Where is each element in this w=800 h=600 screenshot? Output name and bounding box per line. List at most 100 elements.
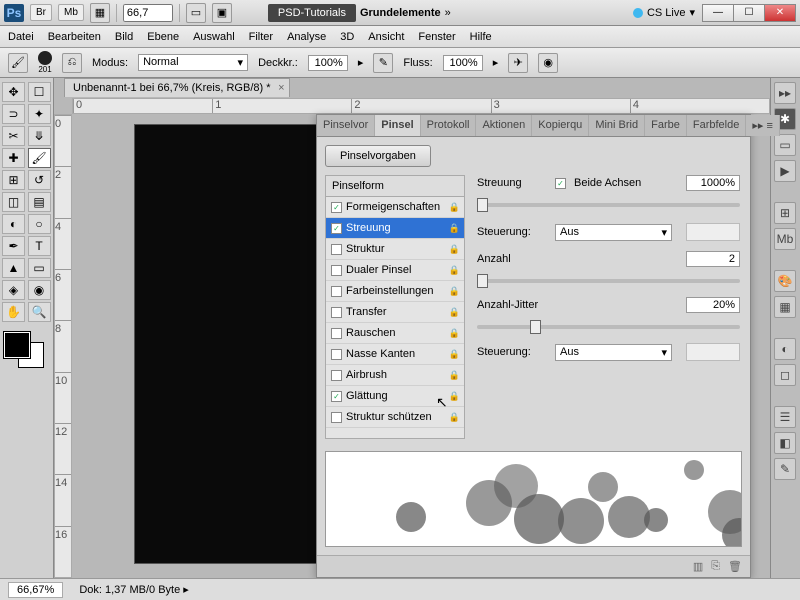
checkbox[interactable]: ✓: [331, 223, 342, 234]
lock-icon[interactable]: 🔒: [449, 391, 460, 402]
menu-analysis[interactable]: Analyse: [287, 31, 326, 43]
opacity-pressure-icon[interactable]: ✎: [373, 53, 393, 73]
minibridge-chip[interactable]: Mb: [58, 4, 84, 21]
move-tool[interactable]: ✥: [2, 82, 25, 102]
workspace-name[interactable]: Grundelemente: [360, 7, 441, 19]
checkbox[interactable]: [331, 265, 342, 276]
control2-select[interactable]: Aus▾: [555, 344, 672, 361]
eraser-tool[interactable]: ◫: [2, 192, 25, 212]
maximize-button[interactable]: ☐: [733, 4, 765, 22]
brush-option-formeigenschaften[interactable]: ✓Formeigenschaften🔒: [326, 197, 464, 218]
brush-option-struktur-schützen[interactable]: Struktur schützen🔒: [326, 407, 464, 428]
count-input[interactable]: [686, 251, 740, 267]
lock-icon[interactable]: 🔒: [449, 412, 460, 423]
status-doc-info[interactable]: Dok: 1,37 MB/0 Byte ▸: [79, 583, 188, 596]
lock-icon[interactable]: 🔒: [449, 244, 460, 255]
stamp-tool[interactable]: ⊞: [2, 170, 25, 190]
tab-brush[interactable]: Pinsel: [375, 115, 420, 136]
history-brush-tool[interactable]: ↺: [28, 170, 51, 190]
dock-swatches-icon[interactable]: ▦: [774, 296, 796, 318]
close-tab-icon[interactable]: ×: [278, 82, 284, 94]
gradient-tool[interactable]: ▤: [28, 192, 51, 212]
zoom-tool[interactable]: 🔍: [28, 302, 51, 322]
tab-clone-source[interactable]: Kopierqu: [532, 115, 589, 136]
opacity-input[interactable]: [308, 55, 348, 71]
control1-select[interactable]: Aus▾: [555, 224, 672, 241]
ruler-horizontal[interactable]: 01234: [72, 98, 770, 114]
flow-input[interactable]: [443, 55, 483, 71]
dock-layers-icon[interactable]: ☰: [774, 406, 796, 428]
tab-swatches[interactable]: Farbfelde: [687, 115, 746, 136]
menu-view[interactable]: Ansicht: [368, 31, 404, 43]
dodge-tool[interactable]: ○: [28, 214, 51, 234]
lock-icon[interactable]: 🔒: [449, 286, 460, 297]
dock-play-icon[interactable]: ▶: [774, 160, 796, 182]
brush-tool[interactable]: 🖌: [28, 148, 51, 168]
count-jitter-input[interactable]: [686, 297, 740, 313]
brush-option-rauschen[interactable]: Rauschen🔒: [326, 323, 464, 344]
flow-arrow-icon[interactable]: ▸: [493, 56, 499, 69]
checkbox[interactable]: [331, 370, 342, 381]
ruler-vertical[interactable]: 0246810121416: [54, 114, 72, 578]
tab-brush-presets[interactable]: Pinselvor: [317, 115, 375, 136]
shape-tool[interactable]: ▭: [28, 258, 51, 278]
minimize-button[interactable]: —: [702, 4, 734, 22]
color-swatches[interactable]: [2, 330, 46, 370]
tab-minibridge[interactable]: Mini Brid: [589, 115, 645, 136]
menu-filter[interactable]: Filter: [249, 31, 273, 43]
brush-option-glättung[interactable]: ✓Glättung🔒: [326, 386, 464, 407]
brush-tip-shape[interactable]: Pinselform: [326, 176, 464, 197]
checkbox[interactable]: ✓: [331, 391, 342, 402]
lock-icon[interactable]: 🔒: [449, 307, 460, 318]
brush-presets-button[interactable]: Pinselvorgaben: [325, 145, 431, 167]
tab-color[interactable]: Farbe: [645, 115, 687, 136]
checkbox[interactable]: [331, 349, 342, 360]
canvas[interactable]: [134, 124, 319, 564]
count-jitter-slider[interactable]: [477, 325, 740, 329]
lasso-tool[interactable]: ⊃: [2, 104, 25, 124]
brush-option-transfer[interactable]: Transfer🔒: [326, 302, 464, 323]
foreground-swatch[interactable]: [4, 332, 30, 358]
menu-edit[interactable]: Bearbeiten: [48, 31, 101, 43]
scatter-value-input[interactable]: [686, 175, 740, 191]
brush-option-nasse-kanten[interactable]: Nasse Kanten🔒: [326, 344, 464, 365]
tab-history[interactable]: Protokoll: [421, 115, 477, 136]
dock-mb-icon[interactable]: Mb: [774, 228, 796, 250]
menu-image[interactable]: Bild: [115, 31, 133, 43]
scatter-slider[interactable]: [477, 203, 740, 207]
view-extras-icon[interactable]: ▭: [186, 3, 206, 23]
brush-option-dualer-pinsel[interactable]: Dualer Pinsel🔒: [326, 260, 464, 281]
checkbox[interactable]: [331, 307, 342, 318]
dock-adjust-icon[interactable]: ◐: [774, 338, 796, 360]
menu-file[interactable]: Datei: [8, 31, 34, 43]
lock-icon[interactable]: 🔒: [449, 265, 460, 276]
layout-icon[interactable]: ▦: [90, 3, 110, 23]
type-tool[interactable]: T: [28, 236, 51, 256]
lock-icon[interactable]: 🔒: [449, 370, 460, 381]
3d-tool[interactable]: ◈: [2, 280, 25, 300]
toggle-preview-icon[interactable]: ▥: [693, 560, 703, 573]
path-select-tool[interactable]: ▲: [2, 258, 25, 278]
menu-help[interactable]: Hilfe: [470, 31, 492, 43]
healing-tool[interactable]: ✚: [2, 148, 25, 168]
menu-layer[interactable]: Ebene: [147, 31, 179, 43]
checkbox[interactable]: [331, 286, 342, 297]
dock-panel-icon[interactable]: ▭: [774, 134, 796, 156]
eyedropper-tool[interactable]: ⤋: [28, 126, 51, 146]
workspace-badge[interactable]: PSD-Tutorials: [268, 4, 356, 22]
dock-color-icon[interactable]: 🎨: [774, 270, 796, 292]
dock-masks-icon[interactable]: ◻: [774, 364, 796, 386]
blend-mode-select[interactable]: Normal ▾: [138, 54, 248, 71]
zoom-input[interactable]: [123, 4, 173, 22]
brush-option-airbrush[interactable]: Airbrush🔒: [326, 365, 464, 386]
lock-icon[interactable]: 🔒: [449, 349, 460, 360]
checkbox[interactable]: [331, 244, 342, 255]
chevron-right-icon[interactable]: »: [445, 7, 451, 19]
status-zoom[interactable]: 66,67%: [8, 582, 63, 598]
menu-select[interactable]: Auswahl: [193, 31, 235, 43]
pen-tool[interactable]: ✒: [2, 236, 25, 256]
3d-camera-tool[interactable]: ◉: [28, 280, 51, 300]
wand-tool[interactable]: ✦: [28, 104, 51, 124]
brush-option-farbeinstellungen[interactable]: Farbeinstellungen🔒: [326, 281, 464, 302]
cslive-button[interactable]: CS Live ▾: [625, 6, 703, 19]
